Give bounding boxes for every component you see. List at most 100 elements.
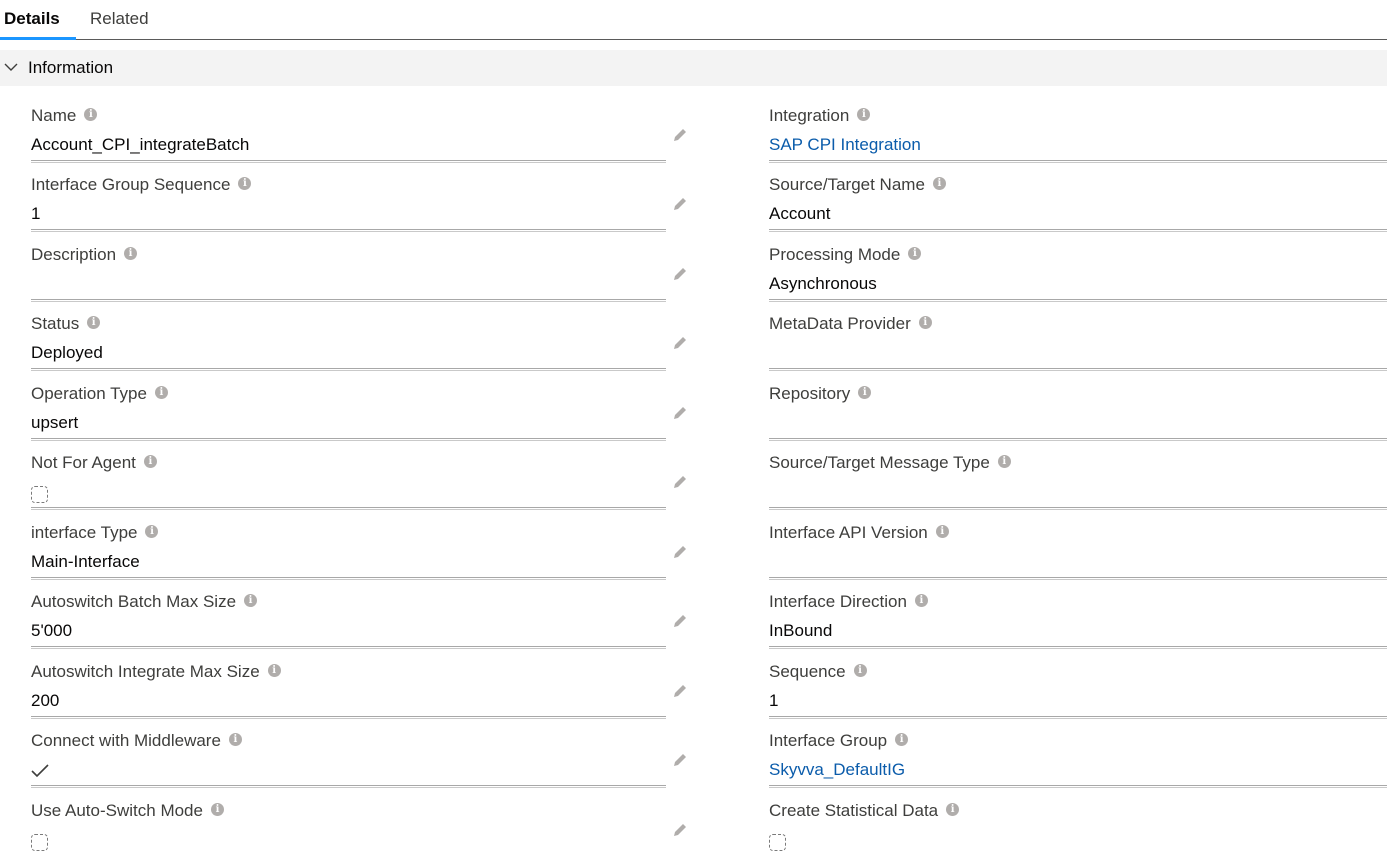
info-icon[interactable]: i bbox=[908, 247, 922, 260]
pencil-icon[interactable] bbox=[671, 265, 689, 283]
info-icon[interactable]: i bbox=[210, 803, 224, 816]
info-icon[interactable]: i bbox=[857, 108, 871, 121]
pencil-icon[interactable] bbox=[671, 751, 689, 769]
info-icon[interactable]: i bbox=[895, 733, 909, 746]
checkbox-unchecked[interactable] bbox=[31, 486, 48, 503]
field-integration: Integration i SAP CPI Integration bbox=[769, 105, 1387, 174]
tab-details[interactable]: Details bbox=[0, 6, 76, 40]
pencil-icon[interactable] bbox=[671, 404, 689, 422]
field-label: Name i bbox=[31, 105, 98, 127]
field-interface-direction: Interface Direction i InBound bbox=[769, 591, 1387, 660]
integration-link[interactable]: SAP CPI Integration bbox=[769, 134, 921, 156]
info-icon[interactable]: i bbox=[932, 177, 946, 190]
field-label: Source/Target Message Type i bbox=[769, 452, 1011, 474]
field-source-target-message-type: Source/Target Message Type i bbox=[769, 452, 1387, 521]
field-not-for-agent: Not For Agent i bbox=[31, 452, 694, 521]
field-interface-group: Interface Group i Skyvva_DefaultIG bbox=[769, 730, 1387, 799]
field-value: InBound bbox=[769, 621, 833, 640]
field-label: Interface Group Sequence i bbox=[31, 174, 252, 196]
field-label: Repository i bbox=[769, 383, 872, 405]
field-processing-mode: Processing Mode i Asynchronous bbox=[769, 244, 1387, 313]
pencil-icon[interactable] bbox=[671, 543, 689, 561]
pencil-icon[interactable] bbox=[671, 334, 689, 352]
field-label: Integration i bbox=[769, 105, 871, 127]
field-metadata-provider: MetaData Provider i bbox=[769, 313, 1387, 382]
field-value: Deployed bbox=[31, 343, 103, 362]
check-icon[interactable] bbox=[31, 763, 49, 779]
field-divider bbox=[31, 716, 666, 719]
field-value: 1 bbox=[769, 691, 779, 710]
field-label: Interface Group i bbox=[769, 730, 909, 752]
info-icon[interactable]: i bbox=[154, 386, 168, 399]
field-divider bbox=[31, 577, 666, 580]
info-icon[interactable]: i bbox=[946, 803, 960, 816]
field-label: Interface Direction i bbox=[769, 591, 928, 613]
field-description: Description i bbox=[31, 244, 694, 313]
pencil-icon[interactable] bbox=[671, 126, 689, 144]
tab-bar: Details Related bbox=[0, 0, 1387, 40]
field-divider bbox=[769, 646, 1387, 649]
info-icon[interactable]: i bbox=[84, 108, 98, 121]
field-label: Interface API Version i bbox=[769, 522, 949, 544]
field-label: Processing Mode i bbox=[769, 244, 922, 266]
chevron-down-icon bbox=[4, 63, 18, 71]
field-divider bbox=[769, 229, 1387, 232]
field-label: Operation Type i bbox=[31, 383, 168, 405]
checkbox-unchecked[interactable] bbox=[31, 834, 48, 851]
checkbox-unchecked[interactable] bbox=[769, 834, 786, 851]
field-value: Account_CPI_integrateBatch bbox=[31, 135, 250, 154]
info-icon[interactable]: i bbox=[997, 455, 1011, 468]
pencil-icon[interactable] bbox=[671, 195, 689, 213]
info-icon[interactable]: i bbox=[238, 177, 252, 190]
field-divider bbox=[31, 646, 666, 649]
field-divider bbox=[31, 299, 666, 302]
field-divider bbox=[31, 438, 666, 441]
field-value: Main-Interface bbox=[31, 552, 140, 571]
field-divider bbox=[769, 368, 1387, 371]
info-icon[interactable]: i bbox=[935, 525, 949, 538]
info-icon[interactable]: i bbox=[914, 594, 928, 607]
field-label: interface Type i bbox=[31, 522, 159, 544]
field-value: Account bbox=[769, 204, 831, 223]
info-icon[interactable]: i bbox=[853, 664, 867, 677]
field-divider bbox=[31, 507, 666, 510]
section-header-information[interactable]: Information bbox=[0, 50, 1387, 86]
field-label: Create Statistical Data i bbox=[769, 800, 960, 822]
field-autoswitch-batch-max-size: Autoswitch Batch Max Size i 5'000 bbox=[31, 591, 694, 660]
field-divider bbox=[769, 716, 1387, 719]
field-interface-api-version: Interface API Version i bbox=[769, 522, 1387, 591]
section-title: Information bbox=[28, 58, 114, 77]
field-label: Use Auto-Switch Mode i bbox=[31, 800, 224, 822]
pencil-icon[interactable] bbox=[671, 682, 689, 700]
field-value: 5'000 bbox=[31, 621, 73, 640]
info-icon[interactable]: i bbox=[124, 247, 138, 260]
field-divider bbox=[31, 229, 666, 232]
info-icon[interactable]: i bbox=[267, 664, 281, 677]
pencil-icon[interactable] bbox=[671, 612, 689, 630]
info-icon[interactable]: i bbox=[244, 594, 258, 607]
info-icon[interactable]: i bbox=[145, 525, 159, 538]
field-divider bbox=[769, 299, 1387, 302]
field-value: 200 bbox=[31, 691, 60, 710]
field-label: Connect with Middleware i bbox=[31, 730, 242, 752]
info-icon[interactable]: i bbox=[858, 386, 872, 399]
pencil-icon[interactable] bbox=[671, 473, 689, 491]
info-icon[interactable]: i bbox=[87, 316, 101, 329]
field-value: 1 bbox=[31, 204, 41, 223]
info-icon[interactable]: i bbox=[918, 316, 932, 329]
info-icon[interactable]: i bbox=[228, 733, 242, 746]
field-label: Source/Target Name i bbox=[769, 174, 946, 196]
info-icon[interactable]: i bbox=[143, 455, 157, 468]
field-sequence: Sequence i 1 bbox=[769, 661, 1387, 730]
field-divider bbox=[31, 160, 666, 163]
field-value: Asynchronous bbox=[769, 274, 877, 293]
pencil-icon[interactable] bbox=[671, 821, 689, 839]
field-divider bbox=[769, 438, 1387, 441]
tab-related[interactable]: Related bbox=[86, 6, 153, 40]
field-interface-type: interface Type i Main-Interface bbox=[31, 522, 694, 591]
field-divider bbox=[769, 160, 1387, 163]
interface-group-link[interactable]: Skyvva_DefaultIG bbox=[769, 759, 905, 781]
field-value: upsert bbox=[31, 413, 79, 432]
field-label: Not For Agent i bbox=[31, 452, 157, 474]
field-create-statistical-data: Create Statistical Data i bbox=[769, 800, 1387, 853]
